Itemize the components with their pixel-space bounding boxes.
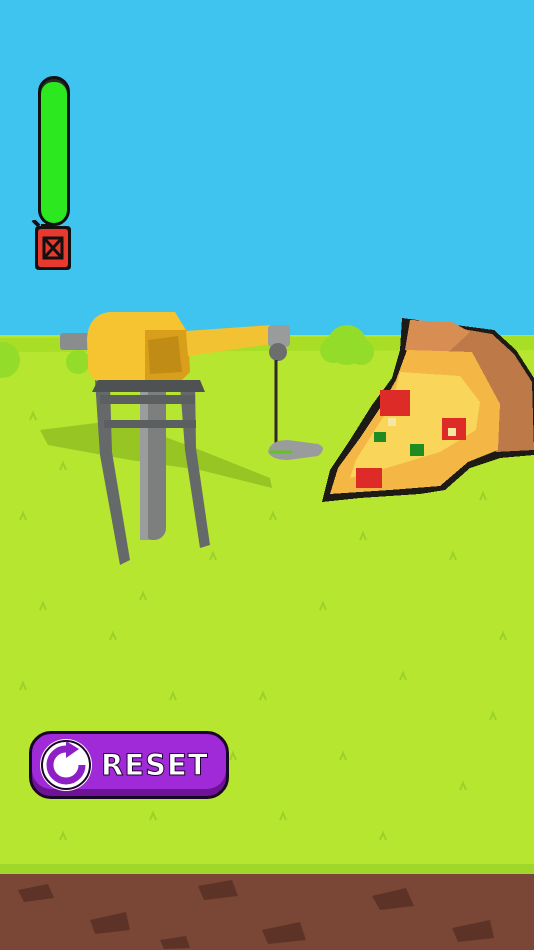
game-world[interactable] [0, 0, 534, 950]
reset-arrow-icon [40, 739, 92, 791]
reset-label: RESET [101, 748, 209, 783]
grass-edge [0, 864, 534, 874]
fuel-bar [38, 76, 70, 226]
sky [0, 0, 534, 345]
fuel-can-icon [31, 220, 71, 270]
game-scene[interactable]: RESET [0, 0, 534, 950]
fuel-bar-fill [41, 81, 67, 223]
fuel-gauge [30, 76, 76, 274]
reset-button[interactable]: RESET [29, 731, 229, 799]
